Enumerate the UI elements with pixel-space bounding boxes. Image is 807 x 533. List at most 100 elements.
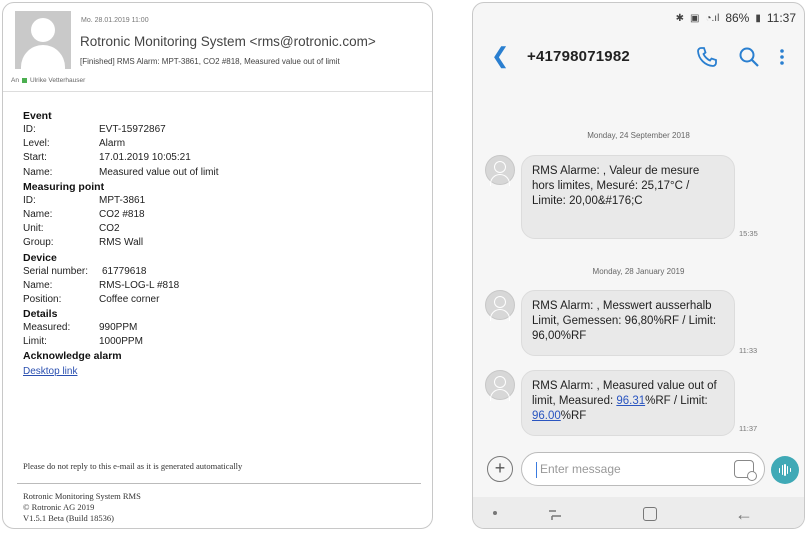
field-value: 1000PPM: [99, 336, 143, 348]
field-label: ID:: [23, 194, 36, 206]
message-bubble[interactable]: RMS Alarm: , Messwert ausserhalb Limit, …: [521, 290, 735, 356]
back-arrow-icon[interactable]: ❮: [491, 45, 509, 67]
value-link[interactable]: 96.00: [532, 410, 561, 422]
field-value: 61779618: [102, 265, 147, 277]
field-row: Serial number: 61779618: [23, 265, 423, 279]
field-label: Name:: [23, 279, 53, 291]
field-label: Start:: [23, 152, 47, 164]
more-options-icon[interactable]: [777, 45, 787, 69]
field-value: RMS-LOG-L #818: [99, 279, 180, 291]
email-recipient: An Ulrike Vetterhauser: [11, 77, 85, 84]
section-title-event: Event: [23, 110, 52, 122]
nav-dot-icon[interactable]: [493, 511, 497, 515]
email-header: Mo. 28.01.2019 11:00 Rotronic Monitoring…: [3, 3, 432, 84]
field-row: Start: 17.01.2019 10:05:21: [23, 151, 423, 165]
field-label: Position:: [23, 293, 62, 305]
field-row: Unit: CO2: [23, 222, 423, 236]
field-value: RMS Wall: [99, 237, 144, 249]
recipient-prefix: An: [11, 77, 19, 84]
field-row: Position: Coffee corner: [23, 293, 423, 307]
recent-apps-icon[interactable]: [547, 507, 563, 521]
footer-line: Rotronic Monitoring System RMS: [23, 491, 141, 501]
field-row: Group: RMS Wall: [23, 236, 423, 250]
footer-line: V1.5.1 Beta (Build 18536): [23, 513, 114, 523]
contact-avatar-icon: [485, 155, 515, 186]
field-value: Alarm: [99, 138, 126, 150]
message-composer: + Enter message: [473, 449, 804, 491]
email-footer: Rotronic Monitoring System RMS © Rotroni…: [23, 491, 141, 524]
footer-line: © Rotronic AG 2019: [23, 502, 95, 512]
message-time: 15:35: [739, 229, 758, 238]
email-body: Event ID: EVT-15972867 Level: Alarm Start:…: [23, 109, 423, 380]
voice-wave-icon: [779, 464, 792, 476]
value-link[interactable]: 96.31: [616, 395, 645, 407]
contact-avatar-icon: [485, 370, 515, 401]
field-value: CO2: [99, 223, 120, 235]
vibrate-icon: ▣: [690, 12, 700, 24]
field-value: MPT-3861: [99, 194, 146, 206]
field-label: Level:: [23, 138, 50, 150]
date-separator: Monday, 24 September 2018: [587, 131, 690, 140]
message-text: %RF / Limit:: [645, 395, 708, 407]
battery-level: 86%: [725, 11, 750, 25]
field-label: Unit:: [23, 223, 44, 235]
field-value: CO2 #818: [99, 208, 145, 220]
section-title-acknowledge: Acknowledge alarm: [23, 350, 122, 363]
search-icon[interactable]: [737, 45, 761, 69]
back-icon[interactable]: ←: [735, 505, 753, 523]
message-time: 11:37: [739, 424, 758, 433]
section-title-device: Device: [23, 251, 57, 264]
field-row: Name: Measured value out of limit: [23, 166, 423, 180]
section-title-details: Details: [23, 308, 58, 321]
text-caret: [536, 462, 537, 478]
field-row: ID: EVT-15972867: [23, 123, 423, 137]
field-row: Limit: 1000PPM: [23, 335, 423, 349]
footer-divider: [17, 483, 421, 484]
message-bubble[interactable]: RMS Alarme: , Valeur de mesure hors limi…: [521, 155, 735, 239]
email-sender: Rotronic Monitoring System <rms@rotronic…: [80, 34, 376, 49]
contact-avatar-icon: [485, 290, 515, 321]
contact-number: +41798071982: [527, 48, 630, 65]
presence-icon: [21, 78, 27, 83]
conversation-appbar: ❮ +41798071982: [473, 31, 804, 87]
field-label: Group:: [23, 237, 54, 249]
status-bar: ✱ ▣ ◔.ıl 86% ▮ 11:37: [676, 11, 796, 25]
bluetooth-icon: ✱: [675, 12, 685, 24]
clock: 11:37: [766, 11, 796, 25]
field-label: Measured:: [23, 322, 71, 334]
email-date: Mo. 28.01.2019 11:00: [81, 17, 149, 24]
field-label: Limit:: [23, 336, 47, 348]
field-value: 17.01.2019 10:05:21: [99, 152, 191, 164]
home-icon[interactable]: [643, 507, 657, 521]
field-value: EVT-15972867: [99, 124, 166, 135]
field-label: Name:: [23, 166, 53, 178]
message-input-placeholder: Enter message: [540, 462, 621, 476]
field-row: Name: RMS-LOG-L #818: [23, 279, 423, 293]
desktop-link[interactable]: Desktop link: [23, 364, 423, 380]
header-divider: [3, 91, 432, 92]
section-title-measuring-point: Measuring point: [23, 180, 105, 193]
field-value: Coffee corner: [99, 293, 160, 305]
email-subject: [Finished] RMS Alarm: MPT-3861, CO2 #818…: [80, 57, 340, 66]
field-label: Serial number:: [23, 265, 89, 277]
field-value: 990PPM: [99, 322, 138, 334]
message-text: %RF: [560, 410, 587, 422]
field-value: Measured value out of limit: [99, 166, 219, 178]
sticker-icon[interactable]: [734, 460, 757, 481]
phone-call-icon[interactable]: [695, 45, 719, 69]
system-nav-bar: ←: [473, 497, 804, 528]
message-bubble[interactable]: RMS Alarm: , Measured value out of limit…: [521, 370, 735, 436]
voice-send-button[interactable]: [771, 456, 799, 484]
phone-sms-screen: ✱ ▣ ◔.ıl 86% ▮ 11:37 ❮ +41798071982 Mond…: [472, 2, 805, 529]
message-time: 11:33: [739, 346, 758, 355]
sender-avatar: [15, 11, 71, 69]
battery-icon: ▮: [755, 12, 761, 24]
field-label: ID:: [23, 124, 36, 135]
field-row: Measured: 990PPM: [23, 321, 423, 335]
date-separator: Monday, 28 January 2019: [592, 267, 685, 276]
email-window: Mo. 28.01.2019 11:00 Rotronic Monitoring…: [2, 2, 433, 529]
wifi-signal-icon: ◔.ıl: [705, 12, 720, 24]
message-input[interactable]: Enter message: [521, 452, 765, 486]
field-row: Name: CO2 #818: [23, 208, 423, 222]
add-attachment-icon[interactable]: +: [487, 456, 513, 482]
